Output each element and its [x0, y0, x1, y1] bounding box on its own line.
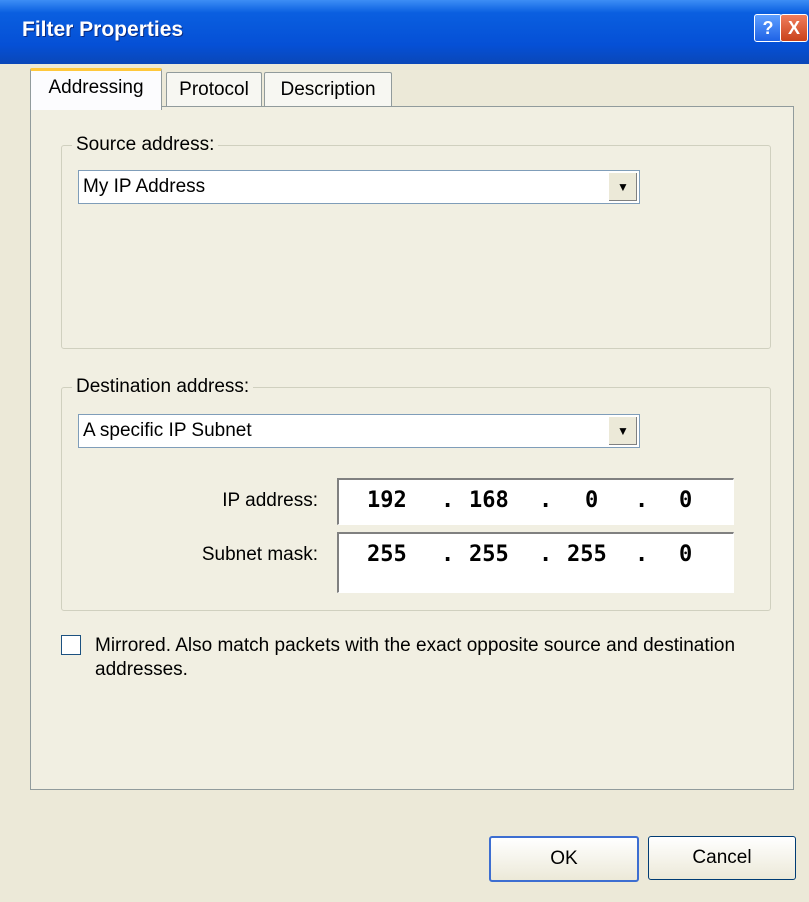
mask-octet-1: 255: [367, 542, 407, 567]
subnet-mask-field[interactable]: 255 . 255 . 255 . 0: [337, 532, 734, 593]
ip-address-label: IP address:: [222, 490, 318, 511]
window-title: Filter Properties: [22, 18, 184, 41]
source-address-group: Source address: My IP Address ▼: [61, 134, 771, 349]
cancel-button[interactable]: Cancel: [648, 836, 796, 880]
tab-protocol[interactable]: Protocol: [166, 72, 262, 107]
mask-dot: .: [635, 542, 649, 567]
source-address-value: My IP Address: [83, 176, 206, 197]
title-bar[interactable]: Filter Properties ? X: [0, 0, 809, 64]
source-address-label: Source address:: [72, 134, 219, 156]
ip-octet-1: 192: [367, 488, 407, 513]
mirrored-checkbox[interactable]: [61, 635, 81, 655]
close-icon[interactable]: X: [780, 14, 808, 42]
mask-octet-4: 0: [679, 542, 693, 567]
source-address-combo[interactable]: My IP Address ▼: [78, 170, 640, 204]
ip-address-field[interactable]: 192 . 168 . 0 . 0: [337, 478, 734, 525]
subnet-mask-label: Subnet mask:: [201, 544, 318, 565]
mirrored-label: Mirrored. Also match packets with the ex…: [95, 635, 736, 680]
tab-addressing[interactable]: Addressing: [30, 68, 162, 110]
chevron-down-icon[interactable]: ▼: [608, 172, 638, 202]
mask-octet-3: 255: [567, 542, 607, 567]
chevron-down-icon[interactable]: ▼: [608, 416, 638, 446]
destination-address-combo[interactable]: A specific IP Subnet ▼: [78, 414, 640, 448]
destination-address-label: Destination address:: [72, 376, 254, 398]
mask-dot: .: [539, 542, 553, 567]
mask-dot: .: [441, 542, 455, 567]
destination-address-value: A specific IP Subnet: [83, 420, 252, 441]
ip-dot: .: [539, 488, 553, 513]
destination-address-group: Destination address: A specific IP Subne…: [61, 376, 771, 611]
ip-octet-4: 0: [679, 488, 693, 513]
ip-dot: .: [441, 488, 455, 513]
filter-properties-dialog: Filter Properties ? X Addressing Protoco…: [0, 0, 809, 902]
addressing-panel: Source address: My IP Address ▼ Destinat…: [30, 106, 794, 790]
ip-octet-2: 168: [469, 488, 509, 513]
tab-description[interactable]: Description: [264, 72, 392, 107]
help-icon[interactable]: ?: [754, 14, 782, 42]
ip-dot: .: [635, 488, 649, 513]
mask-octet-2: 255: [469, 542, 509, 567]
ok-button[interactable]: OK: [489, 836, 639, 882]
ip-octet-3: 0: [585, 488, 599, 513]
